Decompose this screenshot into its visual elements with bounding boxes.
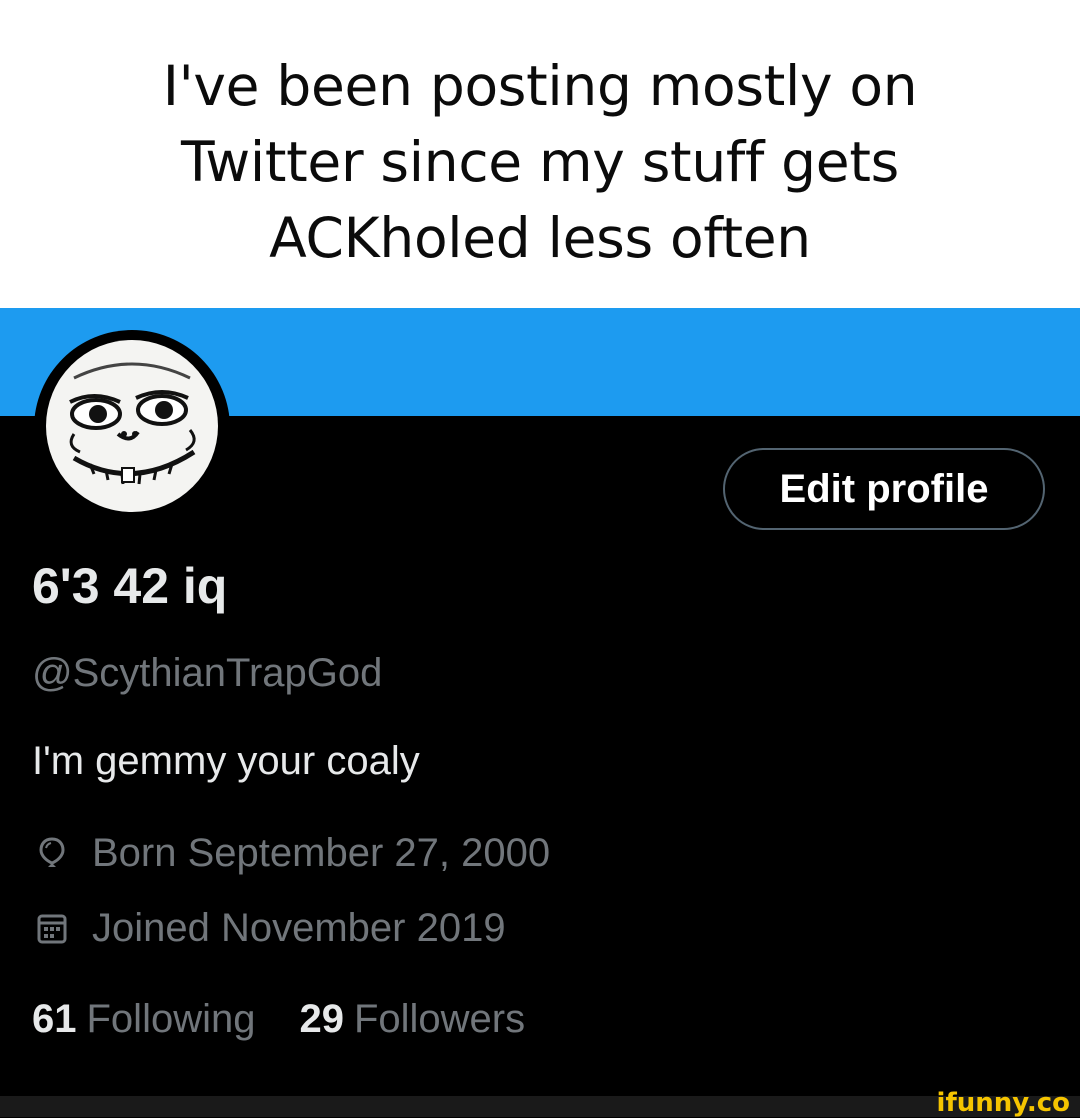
avatar-face-image <box>36 332 228 524</box>
followers-count: 29 <box>299 997 344 1041</box>
following-link[interactable]: 61 Following <box>32 994 255 1044</box>
user-handle: @ScythianTrapGod <box>32 651 383 695</box>
following-count: 61 <box>32 997 77 1041</box>
caption-line-3: ACKholed less often <box>269 206 811 270</box>
joined-text: Joined November 2019 <box>92 906 506 950</box>
followers-label: Followers <box>353 997 526 1041</box>
following-label: Following <box>86 997 256 1041</box>
avatar[interactable] <box>34 330 230 526</box>
birthday-text: Born September 27, 2000 <box>92 831 551 875</box>
followers-link[interactable]: 29 Followers <box>299 994 525 1044</box>
display-name: 6'3 42 iq <box>32 558 228 614</box>
follow-stats: 61 Following 29 Followers <box>32 994 525 1044</box>
ifunny-watermark: ifunny.co <box>936 1088 1070 1118</box>
caption-line-1: I've been posting mostly on <box>162 54 918 118</box>
calendar-icon <box>32 908 72 948</box>
footer-bar <box>0 1096 1080 1117</box>
profile-bio: I'm gemmy your coaly <box>32 739 420 783</box>
edit-profile-button[interactable]: Edit profile <box>723 448 1045 530</box>
caption-line-2: Twitter since my stuff gets <box>181 130 899 194</box>
meme-caption: I've been posting mostly on Twitter sinc… <box>0 0 1080 308</box>
balloon-icon <box>32 833 72 873</box>
joined-row: Joined November 2019 <box>32 903 506 953</box>
birthday-row: Born September 27, 2000 <box>32 828 550 878</box>
